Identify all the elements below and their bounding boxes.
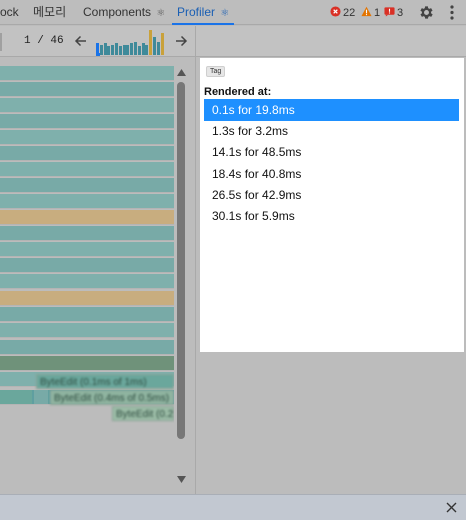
flame-row[interactable] [0, 274, 174, 289]
bottom-drawer-bar [0, 494, 466, 520]
devtools-tab-bar: ock 메모리 Components ⚛ Profiler ⚛ 22 1 3 [0, 0, 466, 25]
commit-bar[interactable] [122, 45, 126, 55]
react-atom-icon: ⚛ [220, 8, 230, 19]
tab-console-partial[interactable]: ock [0, 0, 19, 25]
flame-node-label[interactable]: ByteEdit (0.1ms of 1ms) [36, 374, 174, 389]
error-count-badge[interactable]: 22 [330, 6, 355, 19]
profiler-toolbar: 1 / 46 [0, 26, 466, 73]
tab-profiler[interactable]: Profiler ⚛ [171, 0, 235, 25]
commit-position-label: 1 / 46 [24, 35, 64, 47]
settings-gear-icon[interactable] [418, 4, 435, 21]
flame-row[interactable] [0, 226, 174, 241]
commit-list-item[interactable]: 0.1s for 19.8ms [204, 99, 459, 121]
commit-bar[interactable] [115, 43, 118, 55]
commit-bar[interactable] [153, 37, 156, 55]
tag-chip: Tag [206, 66, 226, 77]
flame-node-label[interactable]: ByteEdit (0.2) [112, 406, 174, 421]
commit-bar[interactable] [107, 46, 111, 55]
flame-row[interactable] [0, 98, 174, 113]
flame-node-label[interactable]: ByteEdit (0.4ms of 0.5ms) [50, 390, 174, 405]
selected-commit-indicator [96, 53, 100, 56]
previous-commit-arrow-icon[interactable] [74, 34, 88, 48]
component-details-panel: Tag Rendered at: 0.1s for 19.8ms 1.3s fo… [200, 58, 464, 352]
commit-list-item[interactable]: 30.1s for 5.9ms [204, 205, 459, 227]
flame-row[interactable] [0, 82, 174, 97]
close-drawer-icon[interactable] [446, 502, 457, 513]
commit-bar[interactable] [149, 30, 153, 55]
flame-row[interactable] [0, 390, 32, 405]
panel-divider[interactable] [195, 26, 196, 494]
issues-count-badge[interactable]: 3 [384, 6, 403, 19]
commit-list-item[interactable]: 18.4s for 40.8ms [204, 163, 459, 185]
commit-bar[interactable] [118, 46, 122, 55]
flame-row[interactable] [0, 210, 174, 225]
react-atom-icon: ⚛ [156, 8, 166, 19]
commit-bar-chart[interactable] [96, 29, 164, 55]
flame-row[interactable] [0, 130, 174, 145]
flame-row[interactable] [0, 323, 174, 338]
commit-bar[interactable] [130, 43, 134, 55]
commit-list-item[interactable]: 14.1s for 48.5ms [204, 141, 459, 163]
flame-row[interactable] [0, 340, 174, 355]
warning-icon [361, 6, 372, 17]
commit-bar[interactable] [103, 43, 107, 55]
flame-row[interactable] [0, 114, 174, 129]
tab-memory[interactable]: 메모리 [33, 0, 66, 25]
flame-row[interactable] [34, 390, 48, 405]
commit-bar[interactable] [111, 45, 115, 55]
flame-row[interactable] [0, 291, 174, 306]
commit-bar[interactable] [126, 45, 130, 55]
rendered-at-label: Rendered at: [204, 86, 272, 98]
scroll-up-arrow-icon[interactable] [177, 69, 186, 76]
flame-row[interactable] [0, 356, 174, 371]
flame-row[interactable] [0, 242, 174, 257]
commit-bar[interactable] [156, 42, 160, 55]
commit-bar[interactable] [99, 45, 103, 55]
commit-list-item[interactable]: 26.5s for 42.9ms [204, 184, 459, 206]
flame-graph[interactable]: ByteEdit (0.1ms of 1ms) ByteEdit (0.4ms … [0, 58, 174, 494]
commit-bar[interactable] [145, 45, 149, 55]
more-options-icon[interactable] [449, 4, 455, 21]
flame-row[interactable] [0, 258, 174, 273]
flame-row[interactable] [0, 162, 174, 177]
commit-bar[interactable] [160, 33, 164, 55]
error-icon [330, 6, 341, 17]
flame-row[interactable] [0, 307, 174, 322]
scrollbar-thumb[interactable] [177, 82, 185, 439]
flame-row[interactable] [0, 146, 174, 161]
warning-count-badge[interactable]: 1 [361, 6, 380, 19]
commit-list-item[interactable]: 1.3s for 3.2ms [204, 120, 459, 142]
issue-flag-icon [384, 7, 395, 17]
next-commit-arrow-icon[interactable] [174, 34, 188, 48]
tab-components[interactable]: Components ⚛ [83, 0, 165, 25]
flame-row[interactable] [0, 178, 174, 193]
toolbar-divider [0, 33, 2, 51]
flame-row[interactable] [0, 194, 174, 209]
commit-bar[interactable] [134, 42, 137, 55]
flame-row[interactable] [0, 66, 174, 81]
commit-bar[interactable] [137, 46, 141, 55]
scroll-down-arrow-icon[interactable] [177, 476, 186, 483]
commit-bar[interactable] [141, 43, 145, 55]
